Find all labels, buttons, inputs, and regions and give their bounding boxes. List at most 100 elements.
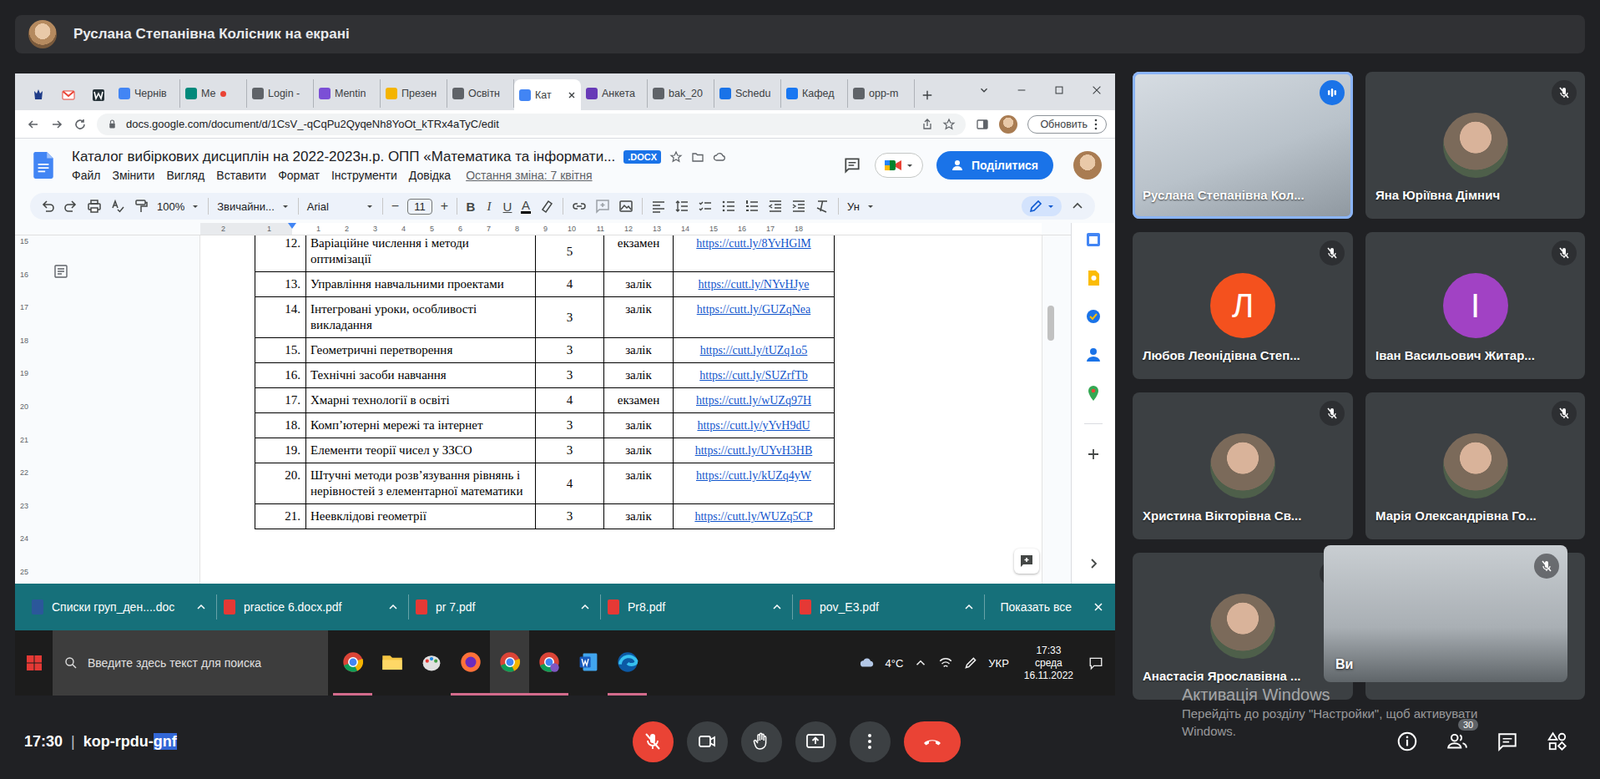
meeting-code[interactable]: kop-rpdu-gnf (83, 732, 177, 751)
contacts-icon[interactable] (1085, 346, 1102, 364)
input-language[interactable]: УКР (988, 656, 1010, 670)
activities-icon[interactable] (1546, 730, 1569, 753)
course-link[interactable]: https://cutt.ly/UYvH3HB (695, 444, 813, 457)
leave-call-button[interactable] (903, 721, 961, 763)
decrease-indent-icon[interactable] (767, 198, 783, 214)
print-icon[interactable] (86, 198, 102, 214)
close-button[interactable] (1077, 73, 1116, 107)
present-button[interactable] (795, 721, 837, 763)
back-icon[interactable] (26, 117, 41, 132)
chevron-up-icon[interactable] (1070, 198, 1086, 214)
font-select[interactable]: Arial (307, 200, 374, 213)
document-page[interactable]: 12.Варіаційне числення і методи оптиміза… (200, 235, 1042, 584)
download-item[interactable]: practice 6.docx.pdf (220, 594, 409, 620)
add-addon-icon[interactable] (1085, 445, 1102, 463)
pinned-tab[interactable] (83, 80, 114, 111)
update-button[interactable]: Обновить (1027, 115, 1107, 134)
align-icon[interactable] (651, 198, 667, 214)
meet-button[interactable] (874, 152, 924, 178)
chevron-up-icon[interactable] (388, 601, 399, 612)
microphone-button[interactable] (632, 721, 674, 763)
maximize-button[interactable] (1039, 73, 1078, 107)
format-button[interactable]: B (465, 199, 476, 214)
new-tab-button[interactable] (914, 80, 940, 111)
info-icon[interactable] (1396, 730, 1419, 753)
line-spacing-icon[interactable] (674, 198, 690, 214)
last-edit-link[interactable]: Остання зміна: 7 квітня (465, 168, 592, 182)
numbered-list-icon[interactable] (744, 198, 760, 214)
add-comment-button[interactable] (1014, 548, 1040, 574)
taskbar-app[interactable] (529, 630, 569, 696)
weather-cloud-icon[interactable] (859, 655, 875, 671)
raise-hand-button[interactable] (741, 721, 783, 763)
document-outline-icon[interactable] (53, 263, 69, 279)
network-icon[interactable] (938, 655, 954, 671)
menu-item[interactable]: Вставити (216, 168, 267, 182)
tab-search-button[interactable] (964, 73, 1003, 107)
side-panel-icon[interactable] (975, 117, 990, 132)
share-icon[interactable] (920, 117, 934, 132)
taskbar-app[interactable] (333, 630, 373, 696)
browser-tab[interactable]: Кат (514, 79, 581, 111)
share-button[interactable]: Поділитися (936, 151, 1054, 180)
menu-item[interactable]: Формат (277, 168, 320, 182)
course-link[interactable]: https://cutt.ly/WUZq5CP (694, 509, 813, 523)
hidden-icons-chevron-icon[interactable] (913, 655, 929, 671)
pinned-tab[interactable] (23, 80, 54, 111)
people-button[interactable]: 30 (1446, 730, 1469, 753)
chevron-up-icon[interactable] (772, 601, 783, 612)
browser-tab[interactable]: Mentin (313, 79, 381, 108)
increase-indent-icon[interactable] (791, 198, 807, 214)
tasks-icon[interactable] (1085, 307, 1102, 325)
clear-formatting-icon[interactable] (814, 198, 830, 214)
browser-tab[interactable]: Презен (380, 79, 448, 108)
cloud-status-icon[interactable] (712, 150, 727, 164)
undo-icon[interactable] (40, 198, 56, 214)
paint-format-icon[interactable] (133, 198, 149, 214)
menu-item[interactable]: Файл (71, 168, 101, 182)
move-folder-icon[interactable] (691, 150, 705, 164)
chat-icon[interactable] (1496, 730, 1519, 753)
show-all-button[interactable]: Показать все (1000, 600, 1072, 614)
browser-tab[interactable]: Login - (247, 79, 314, 108)
start-button[interactable] (15, 630, 53, 696)
bullet-list-icon[interactable] (721, 198, 737, 214)
style-select[interactable]: Звичайни... (217, 200, 290, 213)
redo-icon[interactable] (63, 198, 79, 214)
reload-icon[interactable] (73, 117, 87, 132)
highlighter-icon[interactable] (539, 198, 555, 214)
course-link[interactable]: https://cutt.ly/yYvH9dU (696, 418, 810, 432)
document-title[interactable]: Каталог вибіркових дисциплін на 2022-202… (71, 148, 616, 166)
chevron-up-icon[interactable] (964, 601, 975, 612)
download-item[interactable]: pov_E3.pdf (796, 594, 985, 620)
minimize-button[interactable] (1002, 73, 1040, 107)
course-link[interactable]: https://cutt.ly/GUZqNea (696, 302, 811, 316)
participant-tile[interactable]: Марія Олександрівна Го... (1365, 392, 1585, 540)
image-icon[interactable] (618, 198, 634, 214)
taskbar-app[interactable] (372, 630, 412, 696)
participant-tile[interactable]: ІІван Васильович Житар... (1365, 232, 1585, 379)
forward-icon[interactable] (50, 117, 64, 132)
format-button[interactable]: U (502, 199, 513, 214)
url-field[interactable]: docs.google.com/document/d/1CsV_-qCqPu2Q… (96, 113, 966, 136)
spellcheck-icon[interactable] (110, 198, 126, 214)
input-tools-select[interactable]: Ун (847, 200, 875, 213)
notifications-icon[interactable] (1088, 655, 1104, 671)
course-link[interactable]: https://cutt.ly/8YvHGlM (696, 237, 811, 250)
maps-icon[interactable] (1085, 384, 1102, 402)
browser-tab[interactable]: Чернів (113, 79, 181, 108)
taskbar-app[interactable] (568, 630, 608, 696)
chevron-right-icon[interactable] (1085, 555, 1102, 572)
weather-temperature[interactable]: 4°C (884, 656, 904, 670)
keep-icon[interactable] (1085, 269, 1102, 287)
menu-item[interactable]: Змінити (111, 168, 155, 182)
more-options-button[interactable] (849, 721, 891, 763)
course-link[interactable]: https://cutt.ly/tUZq1o5 (700, 343, 808, 357)
taskbar-app[interactable] (450, 630, 490, 696)
add-comment-icon[interactable] (595, 198, 611, 214)
calendar-icon[interactable] (1085, 231, 1102, 248)
star-icon[interactable] (669, 150, 683, 164)
browser-tab[interactable]: Кафед (781, 79, 848, 108)
download-item[interactable]: Списки груп_ден....doc (28, 594, 218, 620)
comment-history-icon[interactable] (842, 156, 862, 175)
